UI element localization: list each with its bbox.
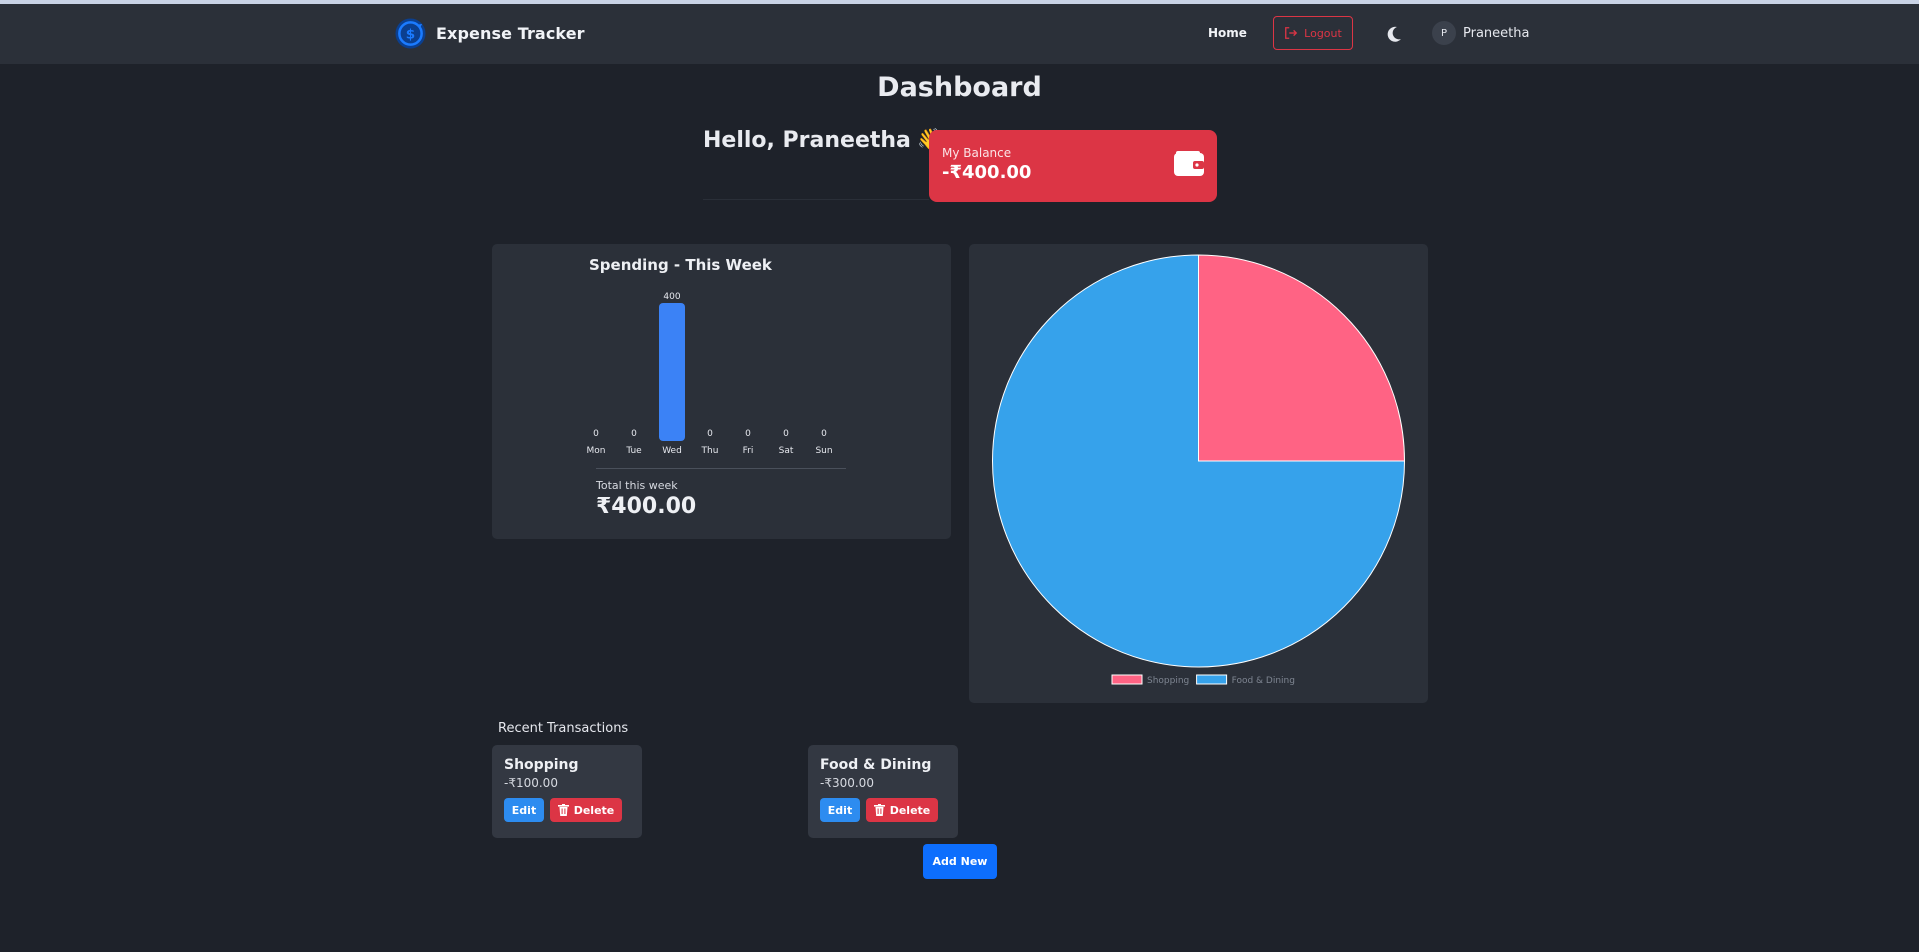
bar-value-label: 0 — [821, 429, 827, 439]
day-tick-label: Tue — [625, 446, 642, 456]
pie-slice-shopping — [1198, 254, 1406, 462]
bar-value-label: 0 — [745, 429, 751, 439]
edit-button[interactable]: Edit — [504, 798, 544, 822]
greeting-divider — [703, 199, 929, 200]
bar-value-label: 0 — [593, 429, 599, 439]
add-new-button[interactable]: Add New — [923, 844, 997, 879]
greeting-text: Hello, Praneetha — [703, 128, 911, 153]
day-tick-label: Thu — [701, 446, 719, 456]
day-tick-label: Wed — [662, 446, 682, 456]
legend-label: Shopping — [1147, 676, 1189, 686]
legend-label: Food & Dining — [1232, 676, 1295, 686]
edit-button[interactable]: Edit — [820, 798, 860, 822]
balance-label: My Balance — [942, 146, 1012, 160]
dollar-logo-icon: $ — [395, 18, 426, 49]
legend-swatch — [1196, 674, 1228, 685]
delete-label: Delete — [889, 803, 931, 817]
transaction-card: Food & Dining -₹300.00 Edit Delete — [808, 745, 958, 838]
total-week-label: Total this week — [596, 479, 678, 492]
recent-transactions-title: Recent Transactions — [498, 721, 629, 736]
day-tick-label: Sat — [779, 446, 794, 456]
day-tick-label: Mon — [587, 446, 606, 456]
day-tick-label: Sun — [815, 446, 832, 456]
transaction-amount: -₹100.00 — [504, 776, 558, 790]
spending-panel: Spending - This Week 0 Mon 0 Tue 400 Wed 0 Thu 0… — [492, 244, 951, 539]
delete-label: Delete — [573, 803, 615, 817]
nav-home-link[interactable]: Home — [1208, 26, 1247, 40]
page-title: Dashboard — [877, 72, 1042, 103]
balance-card: My Balance -₹400.00 — [929, 130, 1217, 202]
spending-divider — [596, 468, 846, 469]
bar-value-label: 0 — [631, 429, 637, 439]
bar-wed — [659, 303, 685, 441]
transaction-name: Food & Dining — [820, 757, 932, 773]
bar-value-label: 0 — [707, 429, 713, 439]
greeting: Hello, Praneetha 👋 — [703, 128, 944, 153]
logout-icon — [1285, 27, 1298, 39]
trash-icon — [873, 804, 885, 816]
transaction-amount: -₹300.00 — [820, 776, 874, 790]
brand[interactable]: $ Expense Tracker — [395, 18, 585, 49]
navbar: $ Expense Tracker Home Logout P Praneeth… — [0, 4, 1919, 64]
transaction-name: Shopping — [504, 757, 579, 773]
avatar: P — [1432, 21, 1456, 45]
moon-icon[interactable] — [1384, 24, 1404, 44]
delete-button[interactable]: Delete — [866, 798, 938, 822]
category-pie-panel: Shopping Food & Dining — [969, 244, 1428, 703]
brand-title: Expense Tracker — [436, 24, 585, 43]
total-week-value: ₹400.00 — [596, 494, 697, 519]
svg-text:$: $ — [406, 26, 415, 42]
trash-icon — [557, 804, 569, 816]
logout-button[interactable]: Logout — [1273, 16, 1353, 50]
bar-value-label: 0 — [783, 429, 789, 439]
bar-value-label: 400 — [663, 292, 680, 302]
day-tick-label: Fri — [743, 446, 754, 456]
balance-value: -₹400.00 — [942, 162, 1032, 183]
user-menu[interactable]: P Praneetha — [1432, 21, 1529, 45]
spending-bar-chart: 0 Mon 0 Tue 400 Wed 0 Thu 0 Fri 0 Sat 0 Sun — [587, 292, 833, 456]
category-pie-chart: Shopping Food & Dining — [992, 254, 1406, 686]
logout-label: Logout — [1304, 26, 1342, 40]
user-name: Praneetha — [1463, 25, 1530, 41]
wallet-icon — [1174, 151, 1204, 176]
legend-swatch — [1111, 674, 1143, 685]
delete-button[interactable]: Delete — [550, 798, 622, 822]
transaction-card: Shopping -₹100.00 Edit Delete — [492, 745, 642, 838]
